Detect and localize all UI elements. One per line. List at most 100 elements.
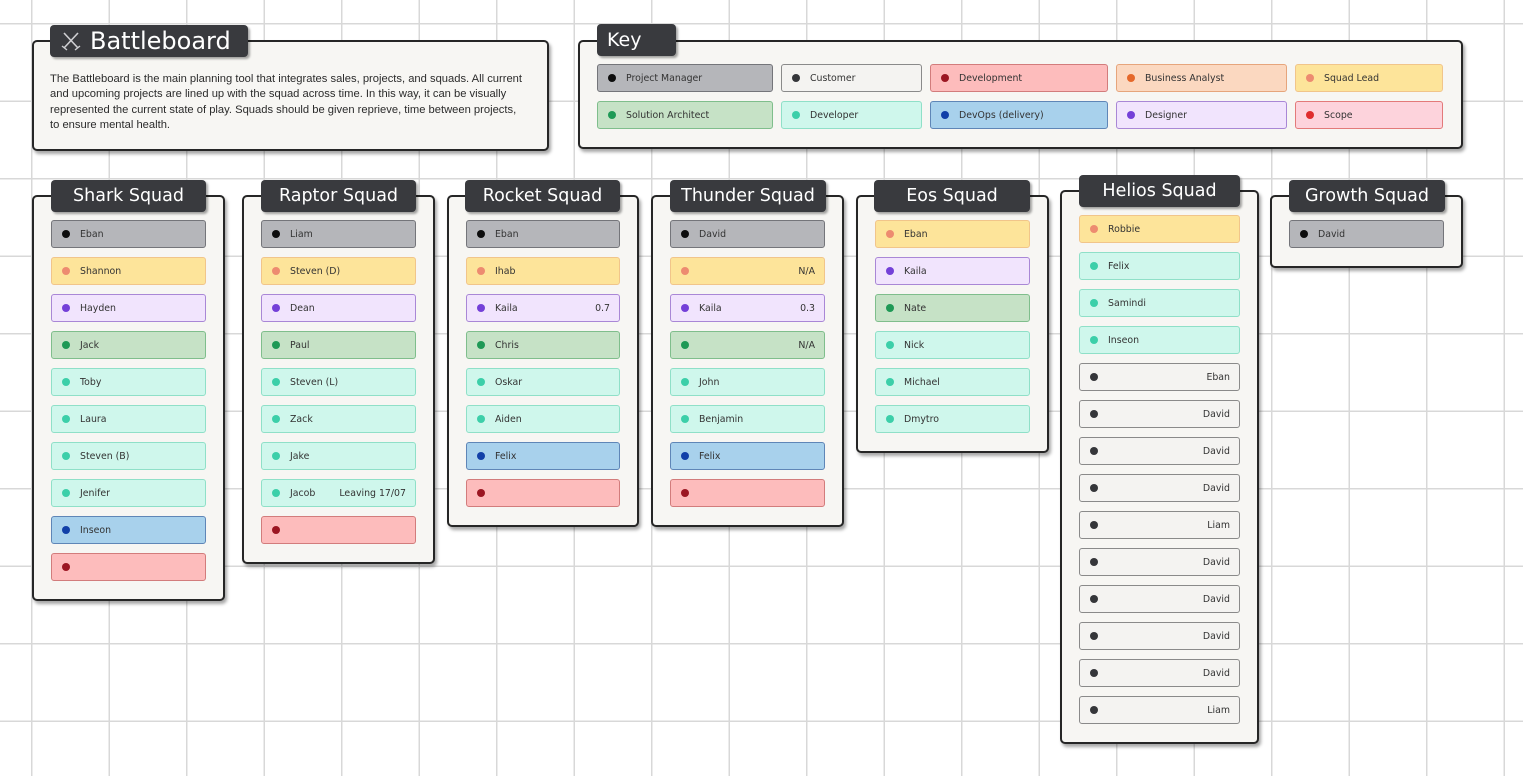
squad-member-row[interactable]: N/A: [670, 257, 825, 285]
squad-member-row[interactable]: Nate: [875, 294, 1030, 322]
member-note: Leaving 17/07: [339, 487, 406, 499]
raptor-squad-title-tab: Raptor Squad: [261, 180, 416, 212]
member-name: Steven (B): [80, 450, 130, 462]
squad-member-row[interactable]: Robbie: [1079, 215, 1240, 243]
squad-member-row[interactable]: Samindi: [1079, 289, 1240, 317]
squad-member-row[interactable]: Hayden: [51, 294, 206, 322]
squad-member-row[interactable]: Toby: [51, 368, 206, 396]
squad-member-row[interactable]: [261, 516, 416, 544]
squad-member-row[interactable]: Liam: [1079, 511, 1240, 539]
squad-member-row[interactable]: Felix: [670, 442, 825, 470]
squad-member-row[interactable]: Eban: [51, 220, 206, 248]
squad-member-row[interactable]: Eban: [466, 220, 620, 248]
squad-member-row[interactable]: Nick: [875, 331, 1030, 359]
squad-member-row[interactable]: David: [670, 220, 825, 248]
crossed-swords-icon: [61, 32, 81, 51]
role-color-dot-icon: [272, 341, 280, 349]
member-note: 0.7: [595, 302, 610, 314]
member-name: Felix: [495, 450, 517, 462]
squad-member-row[interactable]: Kaila: [875, 257, 1030, 285]
helios-squad-title-tab: Helios Squad: [1079, 175, 1240, 207]
role-color-dot-icon: [1090, 447, 1098, 455]
member-name: David: [1318, 228, 1346, 240]
member-note: David: [1202, 482, 1230, 494]
squad-member-row[interactable]: [51, 553, 206, 581]
squad-member-row[interactable]: David: [1079, 548, 1240, 576]
squad-member-row[interactable]: David: [1079, 659, 1240, 687]
squad-member-row[interactable]: [670, 479, 825, 507]
squad-member-row[interactable]: Liam: [1079, 696, 1240, 724]
member-name: Shannon: [80, 265, 122, 277]
role-color-dot-icon: [1090, 299, 1098, 307]
squad-member-row[interactable]: David: [1079, 585, 1240, 613]
member-name: Steven (L): [290, 376, 339, 388]
role-color-dot-icon: [1090, 484, 1098, 492]
role-color-dot-icon: [1127, 111, 1135, 119]
role-color-dot-icon: [272, 452, 280, 460]
eos-squad-title-tab: Eos Squad: [874, 180, 1030, 212]
key-item-label: Solution Architect: [626, 109, 710, 121]
squad-title: Helios Squad: [1102, 181, 1217, 201]
member-note: David: [1202, 630, 1230, 642]
squad-member-row[interactable]: Steven (B): [51, 442, 206, 470]
member-note: David: [1202, 445, 1230, 457]
squad-member-row[interactable]: David: [1289, 220, 1444, 248]
squad-member-row[interactable]: Eban: [1079, 363, 1240, 391]
squad-member-row[interactable]: Aiden: [466, 405, 620, 433]
squad-member-row[interactable]: Paul: [261, 331, 416, 359]
squad-member-row[interactable]: David: [1079, 437, 1240, 465]
squad-member-row[interactable]: [466, 479, 620, 507]
role-color-dot-icon: [886, 304, 894, 312]
squad-member-row[interactable]: Jack: [51, 331, 206, 359]
key-item-ba: Business Analyst: [1116, 64, 1287, 92]
squad-member-row[interactable]: Eban: [875, 220, 1030, 248]
role-color-dot-icon: [477, 415, 485, 423]
role-color-dot-icon: [886, 230, 894, 238]
squad-member-row[interactable]: Chris: [466, 331, 620, 359]
member-name: Jake: [290, 450, 310, 462]
squad-member-row[interactable]: Dmytro: [875, 405, 1030, 433]
member-name: Inseon: [80, 524, 112, 536]
squad-member-row[interactable]: Shannon: [51, 257, 206, 285]
squad-member-row[interactable]: Inseon: [1079, 326, 1240, 354]
squad-member-row[interactable]: Benjamin: [670, 405, 825, 433]
squad-member-row[interactable]: Jenifer: [51, 479, 206, 507]
member-name: Toby: [80, 376, 102, 388]
role-color-dot-icon: [681, 415, 689, 423]
squad-member-row[interactable]: Steven (L): [261, 368, 416, 396]
squad-member-row[interactable]: David: [1079, 474, 1240, 502]
squad-member-row[interactable]: Kaila 0.7: [466, 294, 620, 322]
squad-member-row[interactable]: Oskar: [466, 368, 620, 396]
member-note: David: [1202, 556, 1230, 568]
squad-member-row[interactable]: N/A: [670, 331, 825, 359]
member-name: Kaila: [495, 302, 518, 314]
squad-member-row[interactable]: Inseon: [51, 516, 206, 544]
squad-member-row[interactable]: David: [1079, 622, 1240, 650]
squad-member-row[interactable]: Jake: [261, 442, 416, 470]
squad-member-row[interactable]: Laura: [51, 405, 206, 433]
member-name: Chris: [495, 339, 519, 351]
squad-member-row[interactable]: Zack: [261, 405, 416, 433]
key-item-sc: Scope: [1295, 101, 1443, 129]
member-name: Oskar: [495, 376, 523, 388]
squad-member-row[interactable]: Jacob Leaving 17/07: [261, 479, 416, 507]
thunder-squad-title-tab: Thunder Squad: [670, 180, 826, 212]
member-name: Paul: [290, 339, 310, 351]
squad-member-row[interactable]: Michael: [875, 368, 1030, 396]
member-name: Felix: [1108, 260, 1130, 272]
squad-member-row[interactable]: Ihab: [466, 257, 620, 285]
squad-member-row[interactable]: Dean: [261, 294, 416, 322]
squad-member-row[interactable]: Liam: [261, 220, 416, 248]
member-name: Jacob: [290, 487, 316, 499]
key-item-label: Project Manager: [626, 72, 703, 84]
squad-member-row[interactable]: Kaila 0.3: [670, 294, 825, 322]
squad-member-row[interactable]: Steven (D): [261, 257, 416, 285]
role-color-dot-icon: [941, 111, 949, 119]
squad-member-row[interactable]: John: [670, 368, 825, 396]
member-name: Kaila: [904, 265, 927, 277]
squad-title: Raptor Squad: [278, 186, 399, 206]
squad-member-row[interactable]: Felix: [1079, 252, 1240, 280]
role-color-dot-icon: [477, 452, 485, 460]
squad-member-row[interactable]: Felix: [466, 442, 620, 470]
squad-member-row[interactable]: David: [1079, 400, 1240, 428]
